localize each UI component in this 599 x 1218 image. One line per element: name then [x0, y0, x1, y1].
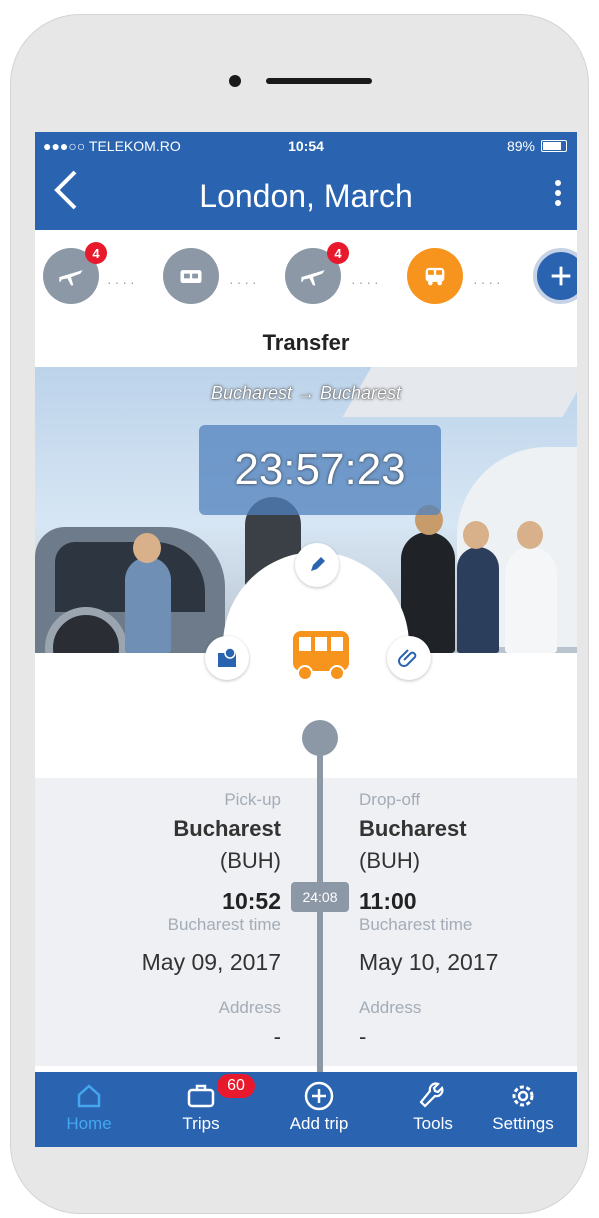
person-head-shape [133, 533, 161, 563]
tab-label: Add trip [289, 1114, 349, 1133]
clock: 10:54 [288, 138, 324, 154]
bus-icon [293, 631, 349, 681]
more-options-button[interactable] [553, 176, 563, 210]
map-button[interactable] [205, 636, 249, 680]
dropoff-time: 11:00 [359, 888, 417, 914]
pickup-address-label: Address [218, 998, 281, 1017]
briefcase-icon [187, 1084, 215, 1108]
transfer-details: Pick-up Bucharest (BUH) 10:52 Bucharest … [35, 778, 577, 1066]
step-badge: 4 [327, 242, 349, 264]
person-shape [457, 547, 499, 653]
front-camera [229, 75, 241, 87]
step-badge: 4 [85, 242, 107, 264]
pickup-address: - [273, 1024, 281, 1049]
route-label: Bucharest → Bucharest [210, 383, 402, 403]
person-shape [401, 532, 455, 653]
status-indicators: 89% [507, 138, 567, 154]
airplane-icon [301, 270, 325, 286]
plus-icon [551, 266, 571, 286]
home-icon [77, 1084, 101, 1108]
status-bar: ●●●○○ TELEKOM.RO 10:54 89% [35, 132, 577, 160]
dropoff-date: May 10, 2017 [359, 949, 499, 975]
pickup-city: Bucharest [173, 816, 281, 841]
nav-bar: London, March [35, 160, 577, 230]
pickup-timezone: Bucharest time [167, 915, 281, 934]
person-shape [505, 547, 557, 653]
person-head-shape [517, 521, 543, 549]
tab-label: Settings [492, 1114, 554, 1133]
trips-count-badge: 60 [217, 1074, 255, 1098]
page-title: London, March [199, 178, 413, 214]
dropoff-address-label: Address [359, 998, 422, 1017]
dropoff-timezone: Bucharest time [359, 915, 473, 934]
tab-label: Trips [182, 1114, 220, 1133]
trip-steps: 4 ···· ···· 4 ···· ···· [35, 230, 577, 322]
pickup-column: Pick-up Bucharest (BUH) 10:52 Bucharest … [35, 790, 281, 1050]
dropoff-code: (BUH) [359, 848, 421, 873]
bed-icon [180, 270, 202, 283]
tab-bar: Home Trips 60 Add trip Tools Settings [35, 1072, 577, 1147]
bus-icon [425, 267, 445, 286]
dropoff-column: Drop-off Bucharest (BUH) 11:00 Bucharest… [359, 790, 569, 1050]
step-connector: ···· [473, 274, 504, 290]
phone-frame: ●●●○○ TELEKOM.RO 10:54 89% London, March [10, 14, 589, 1214]
paperclip-icon [398, 649, 417, 667]
more-dot-icon [555, 190, 561, 196]
gear-icon [512, 1085, 534, 1107]
battery-percent: 89% [506, 138, 535, 154]
tab-add-trip[interactable]: Add trip [265, 1080, 373, 1134]
duration-badge: 24:08 [291, 882, 349, 912]
pickup-time: 10:52 [222, 888, 281, 914]
step-connector: ···· [351, 274, 382, 290]
tab-label: Tools [413, 1114, 453, 1133]
person-head-shape [463, 521, 489, 549]
wrench-icon [419, 1082, 444, 1108]
section-title: Transfer [262, 330, 350, 355]
tab-settings[interactable]: Settings [469, 1080, 577, 1134]
tab-home[interactable]: Home [35, 1080, 143, 1134]
dropoff-label: Drop-off [359, 790, 421, 809]
pickup-code: (BUH) [219, 848, 281, 873]
tab-label: Home [66, 1114, 112, 1133]
dropoff-address: - [359, 1024, 367, 1049]
step-hotel[interactable] [163, 248, 219, 304]
app-screen: ●●●○○ TELEKOM.RO 10:54 89% London, March [35, 132, 577, 1147]
step-connector: ···· [229, 274, 260, 290]
step-transfer[interactable] [407, 248, 463, 304]
person-shape [125, 557, 171, 653]
timeline-start-dot [302, 720, 338, 756]
plus-circle-icon [304, 1081, 334, 1111]
map-pin-icon [218, 647, 236, 667]
airplane-icon [59, 270, 83, 286]
step-connector: ···· [107, 274, 138, 290]
pickup-label: Pick-up [224, 790, 281, 809]
dropoff-city: Bucharest [359, 816, 467, 841]
pencil-icon [311, 557, 325, 571]
more-dot-icon [555, 200, 561, 206]
more-dot-icon [555, 180, 561, 186]
attachment-button[interactable] [387, 636, 431, 680]
edit-button[interactable] [295, 543, 339, 587]
countdown-timer: 23:57:23 [199, 425, 441, 515]
pickup-date: May 09, 2017 [141, 949, 281, 975]
add-step-button[interactable] [533, 248, 577, 304]
speaker-grille [266, 78, 372, 84]
battery-icon [541, 140, 567, 152]
